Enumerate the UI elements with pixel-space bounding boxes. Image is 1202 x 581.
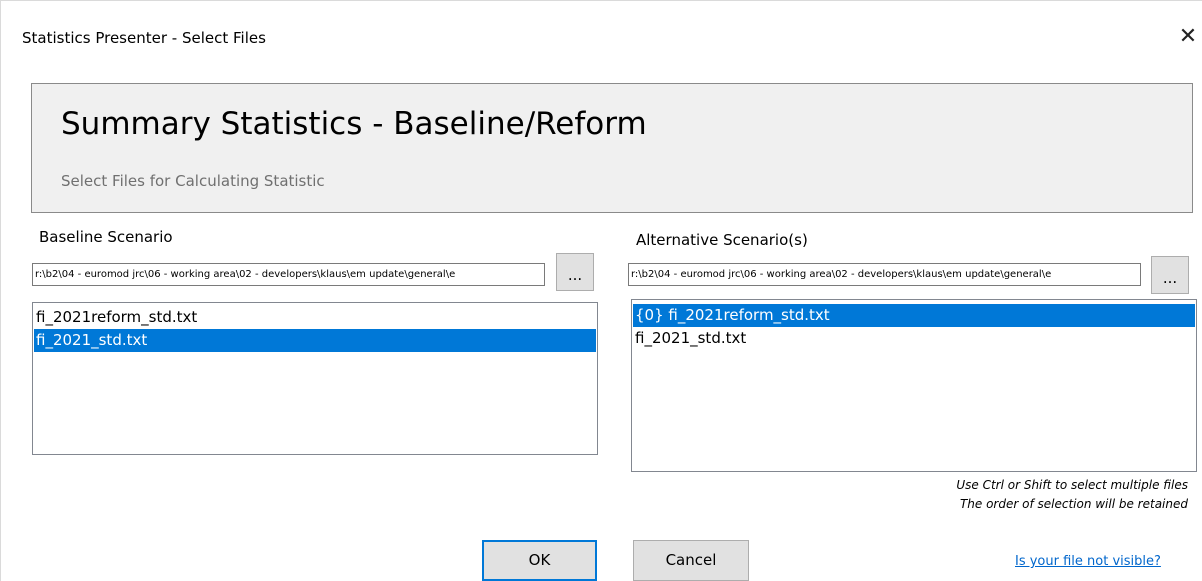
file-not-visible-link[interactable]: Is your file not visible? (1015, 554, 1161, 569)
alternative-label: Alternative Scenario(s) (636, 231, 808, 249)
hint-multi-select: Use Ctrl or Shift to select multiple fil… (956, 478, 1188, 492)
baseline-path-field[interactable]: r:\b2\04 - euromod jrc\06 - working area… (32, 263, 545, 286)
header-subtitle: Select Files for Calculating Statistic (61, 172, 325, 190)
list-item[interactable]: fi_2021_std.txt (34, 329, 596, 352)
header-title: Summary Statistics - Baseline/Reform (61, 106, 647, 142)
ok-button[interactable]: OK (482, 540, 597, 581)
window-top-border (0, 0, 1202, 1)
baseline-browse-button[interactable]: ... (556, 253, 594, 291)
header-panel: Summary Statistics - Baseline/Reform Sel… (31, 83, 1193, 213)
baseline-label: Baseline Scenario (39, 228, 173, 246)
alternative-path-field[interactable]: r:\b2\04 - euromod jrc\06 - working area… (628, 263, 1141, 286)
hint-order-retained: The order of selection will be retained (959, 497, 1188, 511)
close-icon[interactable]: ✕ (1177, 26, 1199, 48)
window-title: Statistics Presenter - Select Files (22, 29, 266, 47)
alternative-file-list[interactable]: {0} fi_2021reform_std.txt fi_2021_std.txt (631, 299, 1197, 472)
list-item[interactable]: fi_2021reform_std.txt (34, 306, 596, 329)
cancel-button[interactable]: Cancel (633, 540, 749, 581)
baseline-file-list[interactable]: fi_2021reform_std.txt fi_2021_std.txt (32, 302, 598, 455)
list-item[interactable]: fi_2021_std.txt (633, 327, 1195, 350)
alternative-browse-button[interactable]: ... (1151, 256, 1189, 294)
list-item[interactable]: {0} fi_2021reform_std.txt (633, 304, 1195, 327)
window-left-border (0, 0, 1, 581)
